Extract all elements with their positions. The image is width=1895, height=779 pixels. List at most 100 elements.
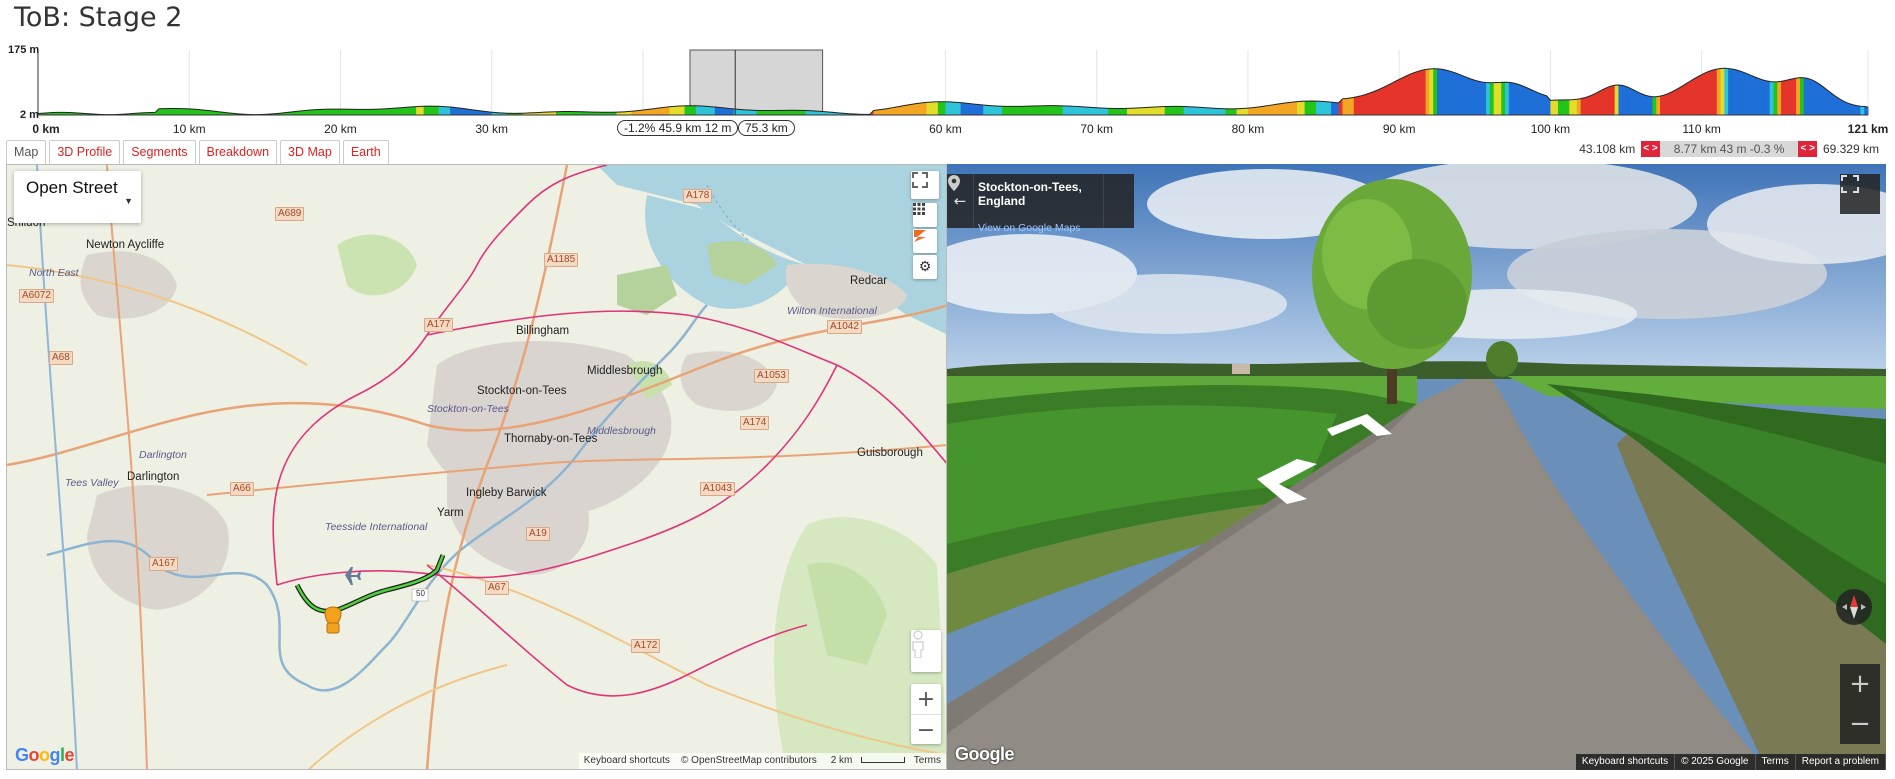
map-keyboard-shortcuts-link[interactable]: Keyboard shortcuts [584, 755, 670, 766]
profile-selection[interactable] [689, 49, 824, 116]
profile-x-tick-label: 80 km [1231, 122, 1265, 136]
profile-slice [359, 109, 364, 115]
profile-slice [699, 105, 704, 115]
sv-keyboard-shortcuts-link[interactable]: Keyboard shortcuts [1576, 754, 1676, 770]
profile-slice [1104, 108, 1109, 115]
profile-slice [363, 109, 368, 115]
tab-segments[interactable]: Segments [123, 140, 196, 164]
profile-slice [189, 108, 194, 115]
profile-slice [673, 106, 678, 115]
profile-slice [1183, 106, 1188, 115]
map-canvas[interactable] [7, 165, 947, 770]
profile-slice [1092, 107, 1098, 115]
profile-slice [1319, 101, 1325, 115]
profile-slice [1270, 104, 1275, 115]
map-zoom-out-button[interactable]: − [911, 715, 941, 745]
profile-slice [1138, 107, 1143, 115]
profile-slice [703, 106, 708, 115]
map-osm-attribution[interactable]: © OpenStreetMap contributors [681, 755, 817, 766]
sv-terms-link[interactable]: Terms [1756, 754, 1796, 770]
range-start-nav-button[interactable]: < > [1641, 141, 1660, 157]
profile-slice [416, 106, 421, 115]
profile-slice [1486, 82, 1491, 115]
tab-3d-profile[interactable]: 3D Profile [49, 140, 121, 164]
map-settings-button[interactable]: ⚙ [913, 255, 937, 279]
tab-breakdown[interactable]: Breakdown [198, 140, 278, 164]
profile-slice [1724, 68, 1729, 115]
profile-slice [1830, 92, 1835, 115]
map-terms-link[interactable]: Terms [914, 755, 941, 766]
profile-slice [1017, 106, 1022, 115]
profile-slice [1036, 105, 1041, 115]
profile-slice [1021, 106, 1026, 115]
profile-slice [695, 105, 701, 115]
map-grid-button[interactable] [913, 203, 937, 227]
profile-slice [1576, 98, 1582, 115]
profile-slice [1281, 102, 1287, 115]
street-view-compass[interactable] [1836, 589, 1872, 625]
map-layer-select[interactable]: Open Street ▼ [14, 171, 141, 223]
sv-report-problem-link[interactable]: Report a problem [1796, 754, 1886, 770]
profile-slice [1433, 68, 1438, 115]
profile-slice [1550, 100, 1555, 115]
profile-slice [1410, 72, 1415, 115]
street-view-pin-button[interactable] [948, 174, 1134, 228]
profile-slice [378, 108, 383, 115]
profile-slice [949, 101, 954, 115]
map-road-label: A174 [740, 416, 770, 430]
map-place-label: Middlesbrough [587, 425, 656, 437]
profile-slice [1115, 108, 1120, 115]
map-place-label: Wilton International [787, 305, 877, 317]
profile-slice [945, 101, 950, 115]
street-view-place-name: Stockton-on-Tees, England [978, 180, 1082, 208]
map-fullscreen-button[interactable] [911, 171, 939, 199]
map-strava-button[interactable] [913, 229, 937, 253]
map-zoom-in-button[interactable]: + [911, 684, 941, 714]
profile-slice [983, 104, 988, 115]
profile-slice [786, 110, 791, 115]
profile-slice [348, 109, 353, 115]
profile-slice [567, 111, 572, 115]
profile-slice [1315, 101, 1321, 115]
tab-earth[interactable]: Earth [342, 140, 389, 164]
profile-slice [1781, 80, 1786, 115]
profile-slice [193, 109, 198, 115]
profile-slice [374, 109, 379, 115]
profile-slice [1622, 85, 1627, 115]
profile-slice [1353, 96, 1359, 115]
street-view-panel[interactable]: ← Stockton-on-Tees, England View on Goog… [947, 164, 1886, 770]
profile-slice [1580, 97, 1585, 115]
tab-map[interactable]: Map [6, 140, 47, 164]
street-view-scene[interactable] [947, 164, 1886, 770]
profile-slice [1391, 81, 1396, 115]
range-end-nav-button[interactable]: < > [1798, 141, 1817, 157]
route-map[interactable]: Newton Aycliffe Billingham Redcar Middle… [6, 164, 947, 770]
profile-slice [1561, 99, 1567, 115]
elevation-profile[interactable]: 175 m 2 m 0 km 10 km 20 km 30 km 60 km 70 km 8… [0, 44, 1895, 142]
profile-slice [1406, 74, 1411, 115]
street-view-zoom-in-button[interactable]: + [1840, 664, 1880, 704]
profile-slice [707, 106, 712, 115]
profile-slice [435, 106, 440, 115]
profile-slice [888, 107, 894, 115]
tab-3d-map[interactable]: 3D Map [280, 140, 340, 164]
profile-slice [1648, 96, 1653, 115]
map-road-label: A66 [230, 482, 254, 496]
profile-slice [1709, 70, 1714, 115]
profile-slice [1304, 101, 1309, 115]
profile-slice [1678, 85, 1684, 115]
profile-slice [1694, 76, 1699, 115]
profile-slice [1187, 106, 1192, 115]
street-view-location-card: ← Stockton-on-Tees, England View on Goog… [947, 174, 1134, 234]
profile-slice [692, 105, 697, 115]
profile-slice [669, 106, 674, 115]
profile-slice [1792, 78, 1797, 115]
street-view-pegman[interactable] [911, 630, 941, 672]
profile-slice [1489, 82, 1495, 115]
street-view-zoom-out-button[interactable]: − [1840, 704, 1880, 744]
profile-slice [355, 109, 360, 115]
street-view-fullscreen-button[interactable] [1840, 174, 1880, 214]
profile-slice [1501, 82, 1506, 115]
view-on-google-maps-link[interactable]: View on Google Maps [978, 222, 1099, 234]
profile-slice [1497, 82, 1502, 115]
